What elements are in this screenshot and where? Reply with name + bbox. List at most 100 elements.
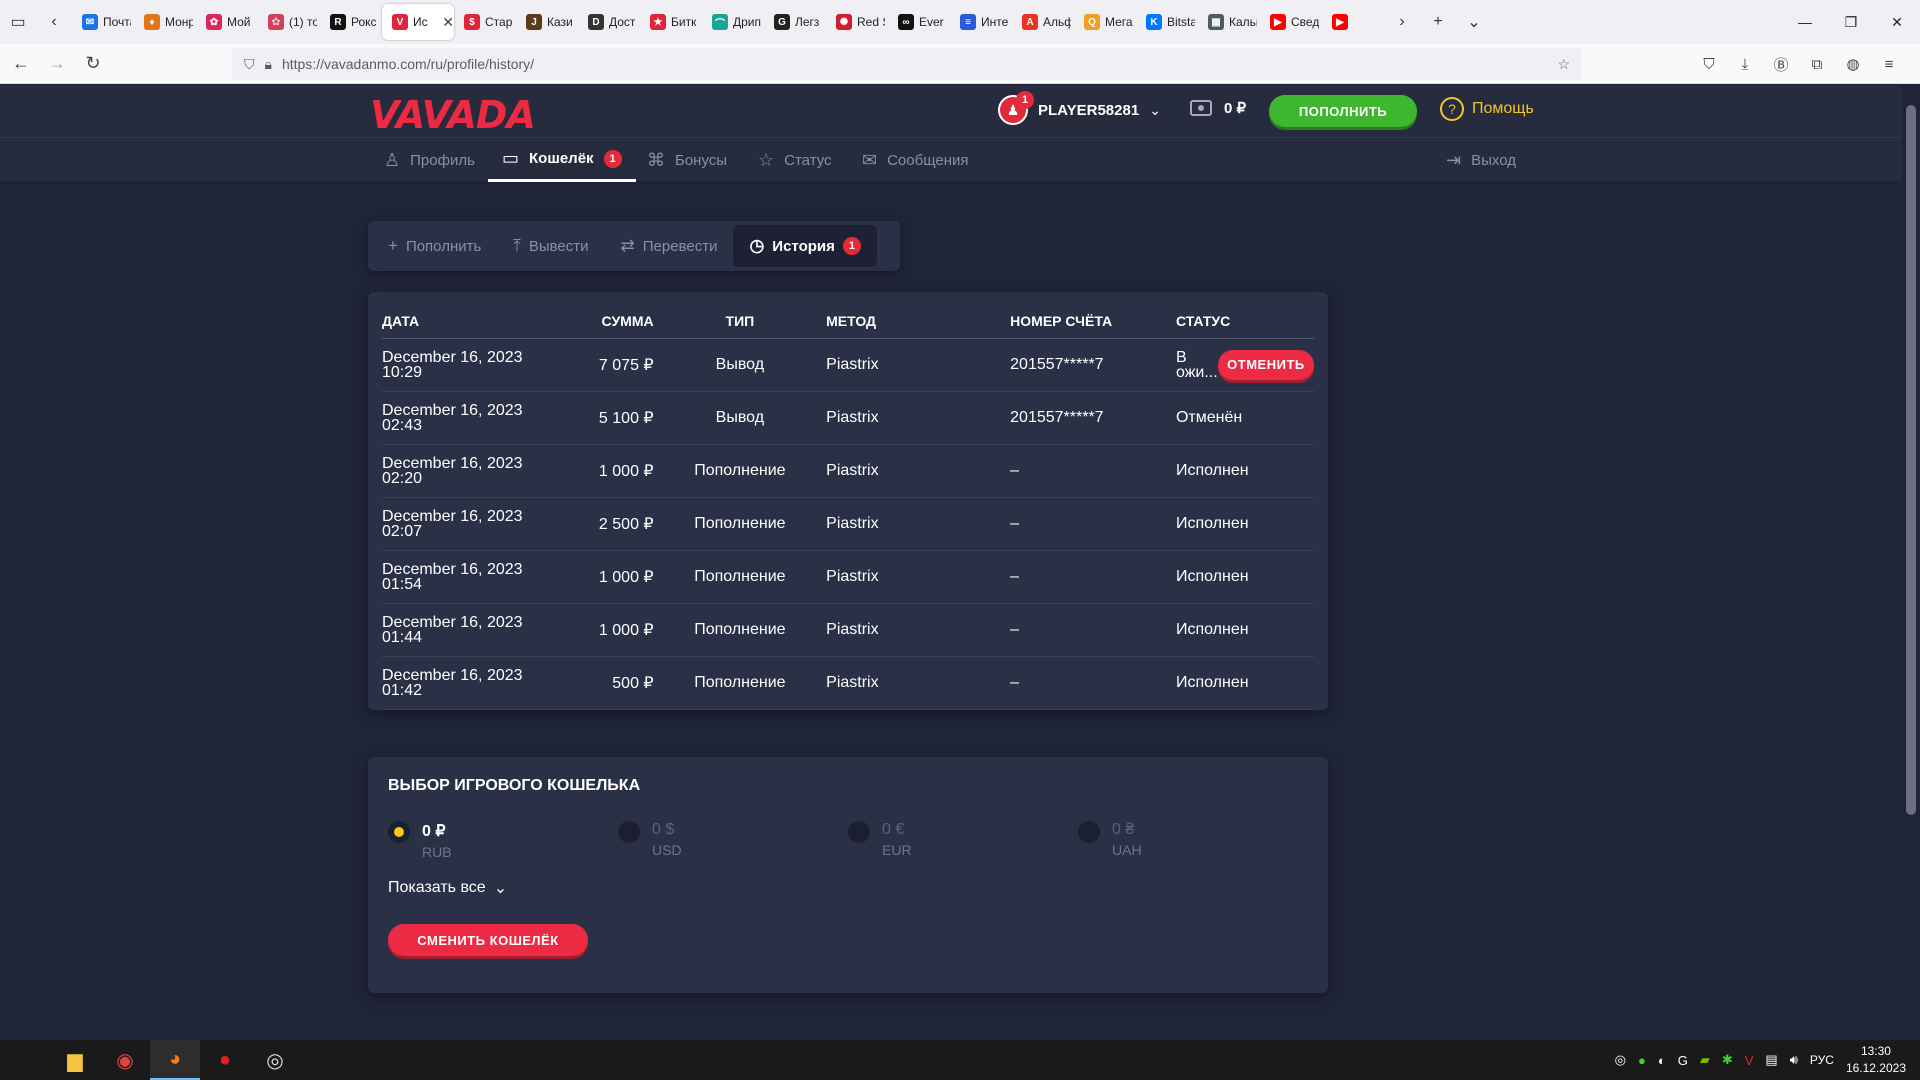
browser-tab[interactable]: ✩ (1) то (258, 4, 320, 40)
discord-icon[interactable]: ◐ (1658, 1053, 1666, 1068)
forward-icon[interactable]: → (42, 48, 72, 80)
browser-tab[interactable]: ∞ Ever (888, 4, 950, 40)
currency-radio[interactable] (618, 821, 640, 843)
browser-tab[interactable]: ▶ Сведе (1260, 4, 1322, 40)
date-text: December 16, 2023 (382, 454, 523, 472)
url-text[interactable]: https://vavadanmo.com/ru/profile/history… (282, 56, 534, 72)
close-window-icon[interactable]: ✕ (1874, 0, 1920, 44)
avatar[interactable]: ♟ 1 (998, 91, 1034, 125)
nvidia-icon[interactable]: ▰ (1700, 1052, 1710, 1068)
date-text: December 16, 2023 (382, 613, 523, 631)
firefox-icon[interactable]: ◕ (150, 1040, 200, 1080)
extensions-icon[interactable]: ⧉ (1806, 48, 1828, 80)
currency-option[interactable]: 0 € EUR (848, 821, 1078, 860)
new-tab-icon[interactable]: + (1420, 0, 1456, 44)
clock[interactable]: 13:30 16.12.2023 (1846, 1043, 1906, 1077)
tab-label: Сведе (1291, 15, 1319, 29)
browser-tab[interactable]: R Рокс (320, 4, 382, 40)
browser-tab[interactable]: D Дост (578, 4, 640, 40)
username[interactable]: PLAYER58281 (1038, 102, 1139, 119)
tab-messages[interactable]: ✉ Сообщения (862, 138, 969, 182)
network-icon[interactable]: ▤ (1765, 1052, 1777, 1068)
subtab-history[interactable]: ◷ История 1 (733, 225, 877, 267)
tabs-scroll-right-icon[interactable]: › (1384, 0, 1420, 44)
cell-account: – (1010, 497, 1176, 551)
tab-close-icon[interactable]: ✕ (442, 14, 454, 31)
browser-tab[interactable]: ✺ Red S (826, 4, 888, 40)
extension-b-icon[interactable]: Ⓑ (1770, 48, 1792, 80)
subtab-transfer[interactable]: ⇄ Перевести (605, 225, 734, 267)
chrome-icon[interactable]: ◉ (100, 1040, 150, 1080)
chevron-down-icon[interactable]: ⌄ (1149, 102, 1161, 119)
record-icon[interactable]: ● (200, 1040, 250, 1080)
browser-tab[interactable]: Q Мега (1074, 4, 1136, 40)
language-indicator[interactable]: РУС (1810, 1053, 1834, 1067)
url-bar[interactable]: ⛉ 🔒︎ https://vavadanmo.com/ru/profile/hi… (232, 48, 1582, 80)
browser-tab[interactable]: ★ Битк (640, 4, 702, 40)
volume-icon[interactable]: 🔊︎ (1790, 1052, 1798, 1068)
browser-tab[interactable]: J Кази (516, 4, 578, 40)
tab-wallet-label: Кошелёк (529, 150, 594, 167)
tray-app-icon[interactable]: ◎ (1615, 1052, 1626, 1068)
file-explorer-icon[interactable]: ▆ (50, 1040, 100, 1080)
tab-list-icon[interactable]: ▭ (0, 0, 36, 44)
browser-tab[interactable]: V Ис ✕ (382, 4, 454, 40)
tab-status[interactable]: ☆ Статус (758, 138, 832, 182)
tab-overflow-icon[interactable]: ⌄ (1456, 0, 1492, 44)
currency-radio[interactable] (388, 821, 410, 843)
browser-tab[interactable]: ✿ Мой (196, 4, 258, 40)
tab-logout[interactable]: ⇥ Выход (1446, 138, 1516, 182)
back-icon[interactable]: ← (6, 48, 36, 80)
vavada-logo[interactable]: VAVADA (370, 93, 536, 137)
downloads-icon[interactable]: ⤓ (1734, 48, 1756, 80)
show-all-link[interactable]: Показать все ⌄ (388, 878, 1308, 898)
browser-tab[interactable]: K Bitsta (1136, 4, 1198, 40)
tab-profile[interactable]: ♙ Профиль (384, 138, 475, 182)
restore-icon[interactable]: ❐ (1828, 0, 1874, 44)
table-row: December 16, 2023 02:07 2 500 ₽ Пополнение P… (382, 497, 1314, 551)
tab-bonuses[interactable]: ⌘ Бонусы (647, 138, 727, 182)
vpn-globe-icon[interactable]: ◍ (1842, 48, 1864, 80)
tab-label: Red S (857, 15, 885, 29)
browser-tab[interactable]: A Альф (1012, 4, 1074, 40)
currency-radio[interactable] (848, 821, 870, 843)
lock-icon[interactable]: 🔒︎ (265, 56, 272, 73)
browser-tab[interactable]: ▶ (1322, 4, 1384, 40)
tray-shield-icon[interactable]: ✱ (1722, 1052, 1733, 1068)
browser-tab[interactable]: G Легз (764, 4, 826, 40)
user-menu[interactable]: ♟ 1 PLAYER58281 ⌄ (998, 91, 1161, 125)
help-link[interactable]: ? Помощь (1440, 97, 1534, 121)
pocket-icon[interactable]: ⛉ (1698, 48, 1720, 80)
browser-tab[interactable]: ≡ Интер (950, 4, 1012, 40)
tray-green-icon[interactable]: ● (1638, 1053, 1646, 1068)
currency-radio[interactable] (1078, 821, 1100, 843)
page-scrollbar[interactable] (1902, 85, 1920, 1040)
scrollbar-thumb[interactable] (1906, 105, 1916, 815)
tray-red-icon[interactable]: V (1745, 1053, 1754, 1068)
subtab-deposit[interactable]: + Пополнить (372, 225, 497, 267)
tabs-scroll-left-icon[interactable]: ‹ (36, 0, 72, 44)
minimize-icon[interactable]: — (1782, 0, 1828, 44)
currency-option[interactable]: 0 $ USD (618, 821, 848, 860)
subtab-withdraw[interactable]: ⤒ Вывести (497, 225, 604, 267)
change-wallet-button[interactable]: СМЕНИТЬ КОШЕЛЁК (388, 924, 588, 956)
browser-tab[interactable]: $ Стар (454, 4, 516, 40)
browser-tab[interactable]: ⌒ Дрип (702, 4, 764, 40)
tray-g-icon[interactable]: G (1678, 1053, 1688, 1068)
cell-method: Piastrix (826, 550, 1011, 604)
shield-icon[interactable]: ⛉ (244, 56, 255, 73)
browser-tab[interactable]: ▦ Кальк (1198, 4, 1260, 40)
cancel-withdrawal-button[interactable]: ОТМЕНИТЬ (1217, 349, 1314, 380)
currency-option[interactable]: 0 ₴ UAH (1078, 821, 1308, 860)
menu-icon[interactable]: ≡ (1878, 48, 1900, 80)
tab-label: Почта (103, 15, 131, 29)
topup-button[interactable]: ПОПОЛНИТЬ (1269, 95, 1417, 127)
reload-icon[interactable]: ↻ (78, 48, 108, 80)
browser-tab[interactable]: ✉ Почта (72, 4, 134, 40)
browser-tab[interactable]: ♦ Монр (134, 4, 196, 40)
tab-wallet[interactable]: ▭ Кошелёк 1 (488, 138, 636, 182)
bookmark-star-icon[interactable]: ☆ (1557, 56, 1570, 73)
obs-icon[interactable]: ◎ (250, 1040, 300, 1080)
currency-option[interactable]: 0 ₽ RUB (388, 821, 618, 860)
avatar-badge: 1 (1016, 91, 1034, 109)
